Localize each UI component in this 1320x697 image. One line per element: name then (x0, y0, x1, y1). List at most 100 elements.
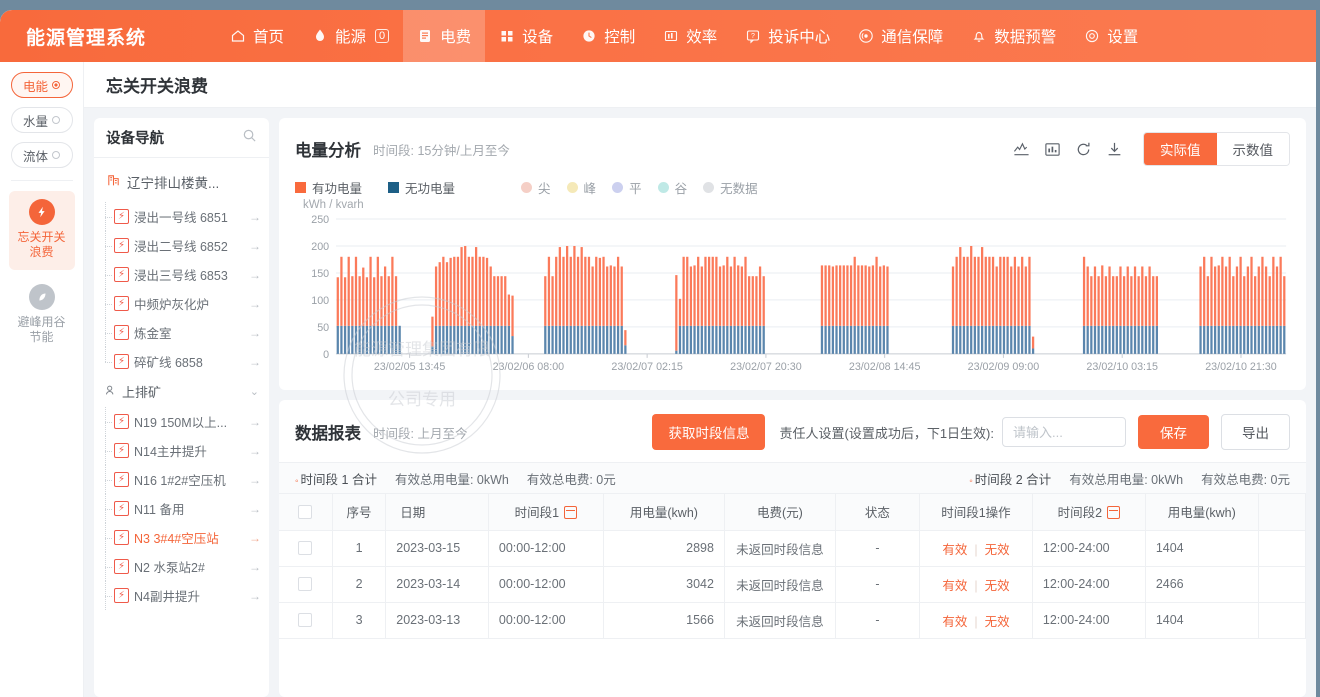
legend-item-tip[interactable]: 尖 (521, 178, 551, 197)
row-checkbox-cell[interactable] (279, 566, 332, 602)
export-button[interactable]: 导出 (1221, 414, 1290, 450)
tree-node2-3[interactable]: ⚡ N11 备用 → (94, 494, 269, 523)
row-ops-1: 有效|无效 (920, 566, 1033, 602)
rail-item-peak-avoidance[interactable]: 避峰用谷 节能 (9, 276, 75, 355)
nav-item-data-alert[interactable]: 数据预警 (957, 10, 1070, 62)
refresh-icon[interactable] (1075, 141, 1092, 158)
report-table: 序号 日期 时间段1 用电量(kwh) 电费(元) 状态 时间段1操作 时间段2 (279, 494, 1306, 639)
tree-node2-5[interactable]: ⚡ N2 水泵站2# → (94, 552, 269, 581)
nav-item-electricity-fee[interactable]: 电费 (403, 10, 485, 62)
arrow-right-icon: → (249, 297, 261, 311)
col-tail (1258, 494, 1305, 530)
legend-item-peak[interactable]: 峰 (567, 178, 597, 197)
tree-node-4[interactable]: ⚡ 炼金室 → (94, 318, 269, 347)
set-valid-link[interactable]: 有效 (942, 543, 967, 557)
row-kwh-2: 1404 (1145, 602, 1258, 638)
calendar-icon[interactable] (564, 506, 577, 519)
search-icon[interactable] (242, 128, 257, 148)
legend-item-valley-label: 谷 (675, 178, 688, 197)
tree-node-5-label: 碎矿线 6858 (134, 352, 244, 371)
nav-items: 首页 能源 0 电费 设备 控制 (216, 10, 1316, 62)
legend-item-active-power[interactable]: 有功电量 (295, 178, 362, 197)
nav-item-efficiency[interactable]: 效率 (649, 10, 731, 62)
segment-actual-value[interactable]: 实际值 (1144, 133, 1217, 165)
legend-item-reactive-power[interactable]: 无功电量 (388, 178, 455, 197)
legend-item-flat[interactable]: 平 (612, 178, 642, 197)
op-divider: | (974, 543, 977, 557)
nav-item-energy[interactable]: 能源 0 (298, 10, 403, 62)
table-row[interactable]: 3 2023-03-13 00:00-12:00 1566 未返回时段信息 - … (279, 602, 1306, 638)
row-ops-1: 有效|无效 (920, 602, 1033, 638)
tree-node2-0[interactable]: ⚡ N19 150M以上... → (94, 407, 269, 436)
nav-item-home[interactable]: 首页 (216, 10, 298, 62)
table-row[interactable]: 1 2023-03-15 00:00-12:00 2898 未返回时段信息 - … (279, 530, 1306, 566)
tree-node-3[interactable]: ⚡ 中频炉灰化炉 → (94, 289, 269, 318)
set-valid-link[interactable]: 有效 (942, 579, 967, 593)
set-invalid-link[interactable]: 无效 (985, 615, 1010, 629)
tree-root-node[interactable]: 辽宁排山楼黄... (94, 168, 269, 202)
nav-item-device-label: 设备 (522, 25, 553, 47)
save-button[interactable]: 保存 (1138, 415, 1209, 449)
nav-item-settings-label: 设置 (1107, 25, 1138, 47)
set-invalid-link[interactable]: 无效 (985, 579, 1010, 593)
meter-icon: ⚡ (114, 414, 129, 429)
row-checkbox-cell[interactable] (279, 602, 332, 638)
legend-swatch (388, 182, 399, 193)
line-chart-icon[interactable] (1013, 141, 1030, 158)
segment-reading-value[interactable]: 示数值 (1217, 133, 1290, 165)
row-kwh-2: 2466 (1145, 566, 1258, 602)
tree-node-1[interactable]: ⚡ 浸出二号线 6852 → (94, 231, 269, 260)
tree-node2-1[interactable]: ⚡ N14主井提升 → (94, 436, 269, 465)
nav-item-settings[interactable]: 设置 (1070, 10, 1152, 62)
device-navigation-tree: 辽宁排山楼黄... ⚡ 浸出一号线 6851 → ⚡ 浸出二号线 6852 → (94, 158, 269, 697)
nav-item-communication[interactable]: 通信保障 (844, 10, 957, 62)
row-checkbox[interactable] (298, 577, 312, 591)
download-icon[interactable] (1106, 141, 1123, 158)
legend-item-valley[interactable]: 谷 (658, 178, 688, 197)
left-rail: 电能 水量 流体 忘关开关 浪费 (0, 62, 84, 697)
rail-pill-electric[interactable]: 电能 (11, 72, 73, 98)
rail-item-switch-waste[interactable]: 忘关开关 浪费 (9, 191, 75, 270)
tree-group-upper-mine[interactable]: 上排矿 ⌄ (94, 376, 269, 407)
arrow-right-icon: → (249, 239, 261, 253)
bar-chart-icon[interactable] (1044, 141, 1061, 158)
tree-node-2[interactable]: ⚡ 浸出三号线 6853 → (94, 260, 269, 289)
meter-icon: ⚡ (114, 530, 129, 545)
chart-plot-area: kWh / kvarh 05010015020025023/02/05 13:4… (295, 201, 1290, 376)
nav-item-control[interactable]: 控制 (567, 10, 649, 62)
legend-item-tip-label: 尖 (538, 178, 551, 197)
fetch-period-info-button[interactable]: 获取时段信息 (652, 414, 765, 450)
responsible-person-input[interactable] (1002, 417, 1126, 447)
legend-item-no-data[interactable]: 无数据 (703, 178, 758, 197)
row-checkbox[interactable] (298, 541, 312, 555)
nav-item-device[interactable]: 设备 (485, 10, 567, 62)
tree-node2-2[interactable]: ⚡ N16 1#2#空压机 → (94, 465, 269, 494)
tree-node2-6[interactable]: ⚡ N4副井提升 → (94, 581, 269, 610)
tree-node-3-label: 中频炉灰化炉 (134, 294, 244, 313)
tree-node2-4[interactable]: ⚡ N3 3#4#空压站 → (94, 523, 269, 552)
arrow-right-icon: → (249, 415, 261, 429)
meter-icon: ⚡ (114, 501, 129, 516)
row-index: 3 (332, 602, 385, 638)
calendar-icon[interactable] (1107, 506, 1120, 519)
set-valid-link[interactable]: 有效 (942, 615, 967, 629)
set-invalid-link[interactable]: 无效 (985, 543, 1010, 557)
rail-pill-water[interactable]: 水量 (11, 107, 73, 133)
rail-pill-fluid[interactable]: 流体 (11, 142, 73, 168)
legend-swatch (521, 182, 532, 193)
col-period-2: 时间段2 (1032, 494, 1145, 530)
row-checkbox-cell[interactable] (279, 530, 332, 566)
row-checkbox[interactable] (298, 613, 312, 627)
col-select-all[interactable] (279, 494, 332, 530)
tree-node-0[interactable]: ⚡ 浸出一号线 6851 → (94, 202, 269, 231)
select-all-checkbox[interactable] (298, 505, 312, 519)
data-report-card: 数据报表 时间段: 上月至今 获取时段信息 责任人设置(设置成功后，下1日生效)… (279, 400, 1306, 697)
tree-node-5[interactable]: ⚡ 碎矿线 6858 → (94, 347, 269, 376)
table-row[interactable]: 2 2023-03-14 00:00-12:00 3042 未返回时段信息 - … (279, 566, 1306, 602)
nav-item-complaint-center[interactable]: ? 投诉中心 (731, 10, 844, 62)
content-area: 设备导航 辽宁排山楼黄... ⚡ (84, 118, 1316, 697)
arrow-right-icon: → (249, 502, 261, 516)
svg-text:23/02/10 03:15: 23/02/10 03:15 (1086, 361, 1158, 373)
arrow-right-icon: → (249, 210, 261, 224)
rail-item-peak-avoidance-label-line2: 节能 (11, 330, 73, 345)
